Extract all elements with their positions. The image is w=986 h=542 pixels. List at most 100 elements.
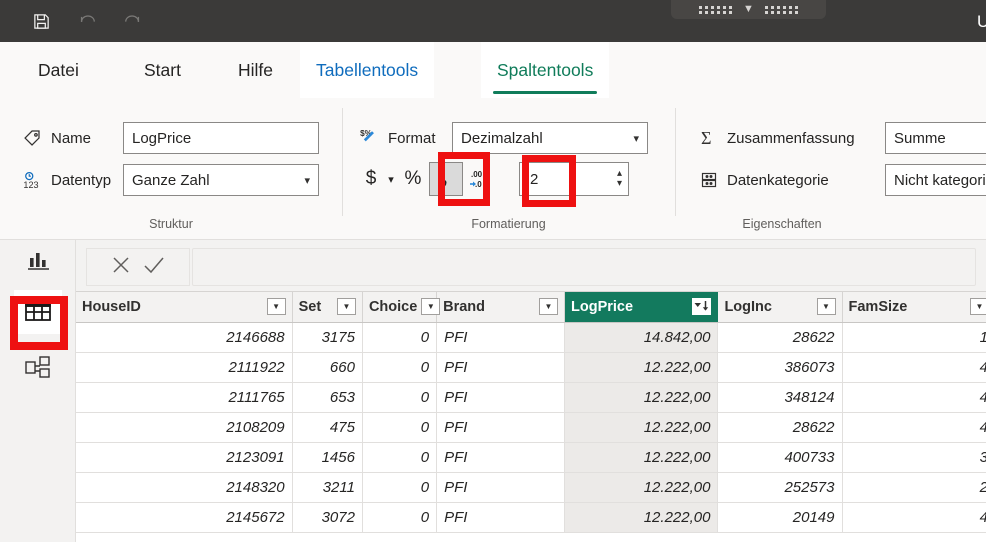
cell-houseid: 2111765	[76, 382, 293, 413]
cell-loginc: 28622	[717, 412, 843, 443]
tab-spaltentools-label: Spaltentools	[497, 59, 594, 80]
cell-famsize: 4	[842, 412, 986, 443]
column-header-logprice[interactable]: LogPrice	[564, 292, 719, 323]
tab-datei[interactable]: Datei	[22, 42, 95, 98]
cell-famsize: 3	[842, 442, 986, 473]
datatype-label: Datentyp	[51, 171, 112, 189]
ribbon-tab-strip: Datei Start Hilfe Tabellentools Spaltent…	[0, 42, 986, 98]
table-row[interactable]: 2146688 3175 0 PFI 14.842,00 28622 1	[76, 322, 986, 353]
column-header-loginc[interactable]: LogInc ▼	[717, 292, 843, 323]
ribbon-group-eigenschaften: Σ Zusammenfassung Summe Datenkategorie N…	[675, 98, 986, 240]
currency-dollar-icon[interactable]: $	[360, 164, 382, 194]
sidebar-item-model-view[interactable]	[14, 348, 62, 392]
cell-logprice: 12.222,00	[564, 412, 719, 443]
filter-dropdown-icon[interactable]: ▼	[539, 298, 558, 316]
spinner-arrows[interactable]: ▴ ▾	[617, 169, 622, 189]
chevron-up-icon[interactable]: ▴	[617, 169, 622, 179]
column-header-famsize[interactable]: FamSize ▼	[842, 292, 986, 323]
filter-dropdown-icon[interactable]: ▼	[266, 298, 286, 316]
datatype-field-row: 123 Datentyp Ganze Zahl ▾	[22, 164, 319, 196]
filter-dropdown-icon[interactable]: ▼	[421, 298, 441, 316]
thousands-separator-button[interactable]: ,	[429, 162, 463, 196]
datacategory-select[interactable]: Nicht kategoris	[885, 164, 986, 196]
window-drag-handle-icon[interactable]: ▼	[671, 0, 826, 19]
format-select[interactable]: Dezimalzahl ▾	[452, 122, 648, 154]
cell-brand: PFI	[436, 412, 565, 443]
column-header-choice[interactable]: Choice ▼	[362, 292, 441, 323]
datacategory-field-row: Datenkategorie Nicht kategoris	[699, 164, 986, 196]
cell-famsize: 4	[842, 352, 986, 383]
column-label: LogPrice	[571, 298, 634, 315]
format-paintbrush-icon: $%	[360, 128, 382, 148]
filter-dropdown-icon[interactable]: ▼	[816, 298, 836, 316]
sidebar-item-data-view[interactable]	[14, 290, 62, 334]
chevron-down-icon[interactable]: ▾	[617, 179, 622, 189]
summarization-select[interactable]: Summe	[885, 122, 986, 154]
save-icon[interactable]	[26, 6, 56, 36]
name-label: Name	[51, 129, 92, 147]
undo-icon[interactable]	[72, 6, 102, 36]
tab-active-underline	[493, 91, 598, 94]
data-table-icon	[23, 296, 53, 329]
cell-set: 3175	[292, 322, 363, 353]
column-header-brand[interactable]: Brand ▼	[436, 292, 565, 323]
ribbon: Name LogPrice 123 Datentyp Ganze Zahl ▾	[0, 98, 986, 240]
filter-dropdown-icon[interactable]: ▼	[970, 298, 986, 316]
datatype-123-icon: 123	[22, 170, 43, 191]
decimal-places-spinner[interactable]: 2 ▴ ▾	[519, 162, 629, 196]
cell-choice: 0	[362, 352, 438, 383]
column-header-houseid[interactable]: HouseID ▼	[76, 292, 293, 323]
table-row[interactable]: 2111922 660 0 PFI 12.222,00 386073 4	[76, 352, 986, 383]
table-row[interactable]: 2111765 653 0 PFI 12.222,00 348124 4	[76, 382, 986, 413]
redo-icon[interactable]	[118, 6, 148, 36]
sidebar-item-report-view[interactable]	[14, 240, 62, 284]
column-label: LogInc	[724, 298, 772, 315]
sort-descending-filter-icon[interactable]	[692, 298, 712, 316]
cell-loginc: 28622	[717, 322, 843, 353]
format-label: Format	[388, 129, 436, 147]
decrease-decimal-icon[interactable]: .00 .0	[467, 164, 499, 194]
cell-brand: PFI	[436, 352, 565, 383]
column-label: FamSize	[848, 298, 908, 315]
cell-houseid: 2148320	[76, 472, 293, 503]
filter-dropdown-icon[interactable]: ▼	[336, 298, 356, 316]
table-row[interactable]: 2108209 475 0 PFI 12.222,00 28622 4	[76, 412, 986, 443]
table-row[interactable]: 2123091 1456 0 PFI 12.222,00 400733 3	[76, 442, 986, 473]
cell-houseid: 2108209	[76, 412, 293, 443]
datatype-value: Ganze Zahl	[132, 171, 210, 189]
table-row[interactable]: 2148320 3211 0 PFI 12.222,00 252573 2	[76, 472, 986, 503]
summarization-label: Zusammenfassung	[727, 129, 855, 147]
cell-choice: 0	[362, 322, 438, 353]
tab-tabellentools[interactable]: Tabellentools	[300, 42, 435, 98]
cell-houseid: 2145672	[76, 502, 293, 533]
table-row[interactable]: 2145672 3072 0 PFI 12.222,00 20149 4	[76, 502, 986, 533]
datatype-select[interactable]: Ganze Zahl ▾	[123, 164, 319, 196]
formula-input[interactable]	[192, 248, 976, 286]
cell-choice: 0	[362, 502, 438, 533]
cell-loginc: 386073	[717, 352, 843, 383]
checkmark-icon[interactable]	[141, 253, 167, 282]
percent-icon[interactable]: %	[400, 164, 426, 194]
formula-bar-actions	[86, 248, 190, 286]
power-bi-window: ▼ U Datei Start Hilfe Tabellentools Spal…	[0, 0, 986, 542]
column-label: Choice	[368, 298, 418, 315]
tab-start[interactable]: Start	[128, 42, 197, 98]
svg-text:Σ: Σ	[701, 128, 711, 148]
currency-chevron-down-icon[interactable]: ▾	[382, 164, 400, 194]
svg-text:.00: .00	[471, 170, 483, 179]
tag-icon	[22, 128, 43, 149]
model-relationships-icon	[24, 355, 52, 386]
column-header-set[interactable]: Set ▼	[292, 292, 363, 323]
chevron-down-icon: ▾	[304, 174, 310, 187]
cell-set: 475	[292, 412, 363, 443]
cell-choice: 0	[362, 412, 438, 443]
close-x-icon[interactable]	[109, 253, 133, 282]
data-grid[interactable]: HouseID ▼ Set ▼ Choice ▼ Brand ▼ LogPric…	[76, 292, 986, 542]
data-table: HouseID ▼ Set ▼ Choice ▼ Brand ▼ LogPric…	[76, 292, 986, 533]
sigma-icon: Σ	[699, 128, 719, 148]
name-input[interactable]: LogPrice	[123, 122, 319, 154]
tab-spaltentools[interactable]: Spaltentools	[481, 42, 610, 98]
cell-set: 660	[292, 352, 363, 383]
tab-hilfe[interactable]: Hilfe	[222, 42, 289, 98]
cell-logprice: 12.222,00	[564, 382, 719, 413]
